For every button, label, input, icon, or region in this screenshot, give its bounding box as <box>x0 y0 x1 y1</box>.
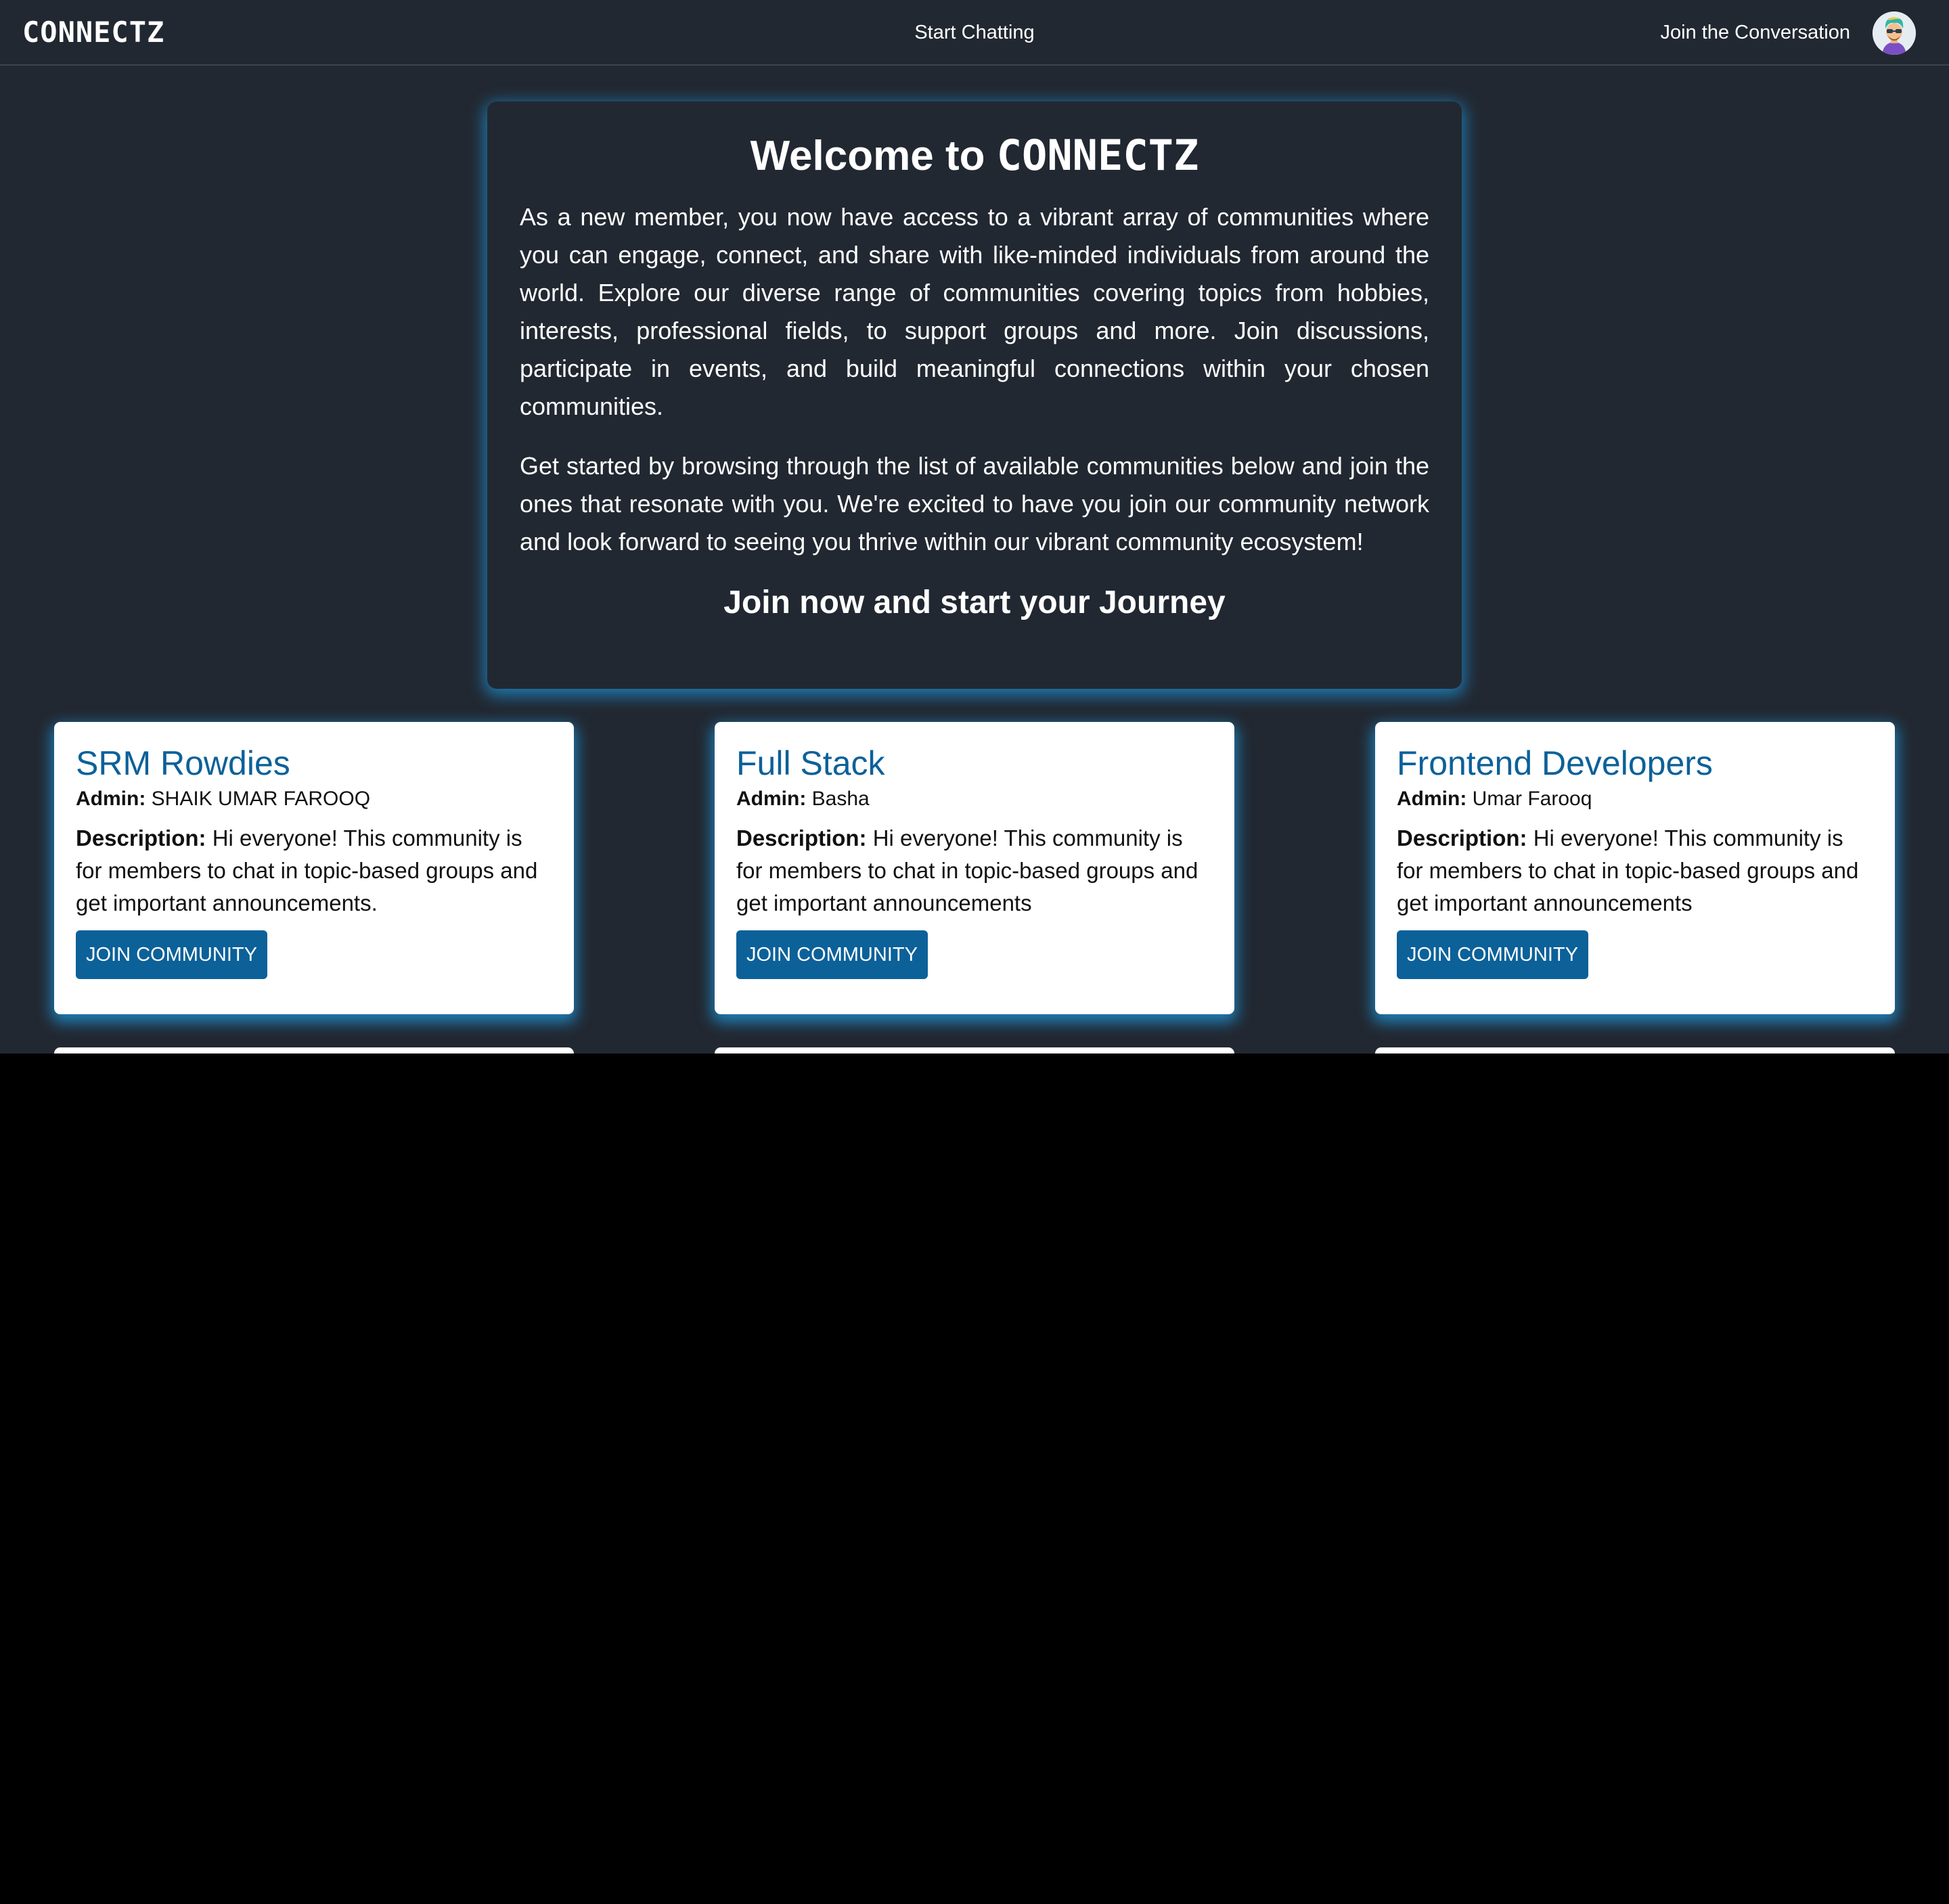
community-name: Frontend Developers <box>1397 744 1713 782</box>
join-community-button[interactable]: JOIN COMMUNITY <box>76 930 267 979</box>
brand-logo[interactable]: CONNECTZ <box>22 15 164 50</box>
admin-value: Umar Farooq <box>1472 788 1592 810</box>
admin-label: Admin: <box>1397 788 1467 810</box>
welcome-card: Welcome to CONNECTZ As a new member, you… <box>487 101 1462 689</box>
app-viewport: CONNECTZ Start Chatting Join the Convers… <box>0 0 1949 1053</box>
community-description: Description: Hi everyone! This community… <box>736 822 1213 920</box>
community-name: Full Stack <box>736 744 885 782</box>
avatar-illustration <box>1873 12 1916 55</box>
admin-label: Admin: <box>736 788 807 810</box>
community-description: Description: Hi everyone! This community… <box>76 822 552 920</box>
description-label: Description: <box>1397 825 1527 851</box>
community-card-partial <box>715 1047 1234 1053</box>
navbar: CONNECTZ Start Chatting Join the Convers… <box>0 0 1949 66</box>
welcome-cta-heading: Join now and start your Journey <box>723 585 1226 620</box>
community-card-partial <box>1375 1047 1895 1053</box>
welcome-paragraph-1: As a new member, you now have access to … <box>520 203 1429 420</box>
community-card: Frontend Developers Admin: Umar Farooq D… <box>1375 722 1895 1014</box>
admin-value: SHAIK UMAR FAROOQ <box>151 788 371 810</box>
community-admin: Admin: Umar Farooq <box>1397 786 1873 813</box>
community-card: Full Stack Admin: Basha Description: Hi … <box>715 722 1234 1014</box>
admin-label: Admin: <box>76 788 146 810</box>
start-chatting-link[interactable]: Start Chatting <box>914 0 1034 66</box>
welcome-title-prefix: Welcome to <box>750 133 997 179</box>
user-avatar-icon[interactable] <box>1873 12 1916 55</box>
description-label: Description: <box>76 825 206 851</box>
community-card: SRM Rowdies Admin: SHAIK UMAR FAROOQ Des… <box>54 722 574 1014</box>
description-label: Description: <box>736 825 867 851</box>
community-description: Description: Hi everyone! This community… <box>1397 822 1873 920</box>
join-community-button[interactable]: JOIN COMMUNITY <box>1397 930 1588 979</box>
community-card-partial <box>54 1047 574 1053</box>
welcome-title-brand: CONNECTZ <box>996 131 1199 180</box>
join-conversation-link[interactable]: Join the Conversation <box>1661 0 1851 66</box>
community-admin: Admin: SHAIK UMAR FAROOQ <box>76 786 552 813</box>
welcome-paragraph-2: Get started by browsing through the list… <box>520 452 1429 556</box>
join-community-button[interactable]: JOIN COMMUNITY <box>736 930 928 979</box>
community-admin: Admin: Basha <box>736 786 1213 813</box>
community-name: SRM Rowdies <box>76 744 290 782</box>
admin-value: Basha <box>811 788 870 810</box>
welcome-title: Welcome to CONNECTZ <box>520 129 1429 183</box>
